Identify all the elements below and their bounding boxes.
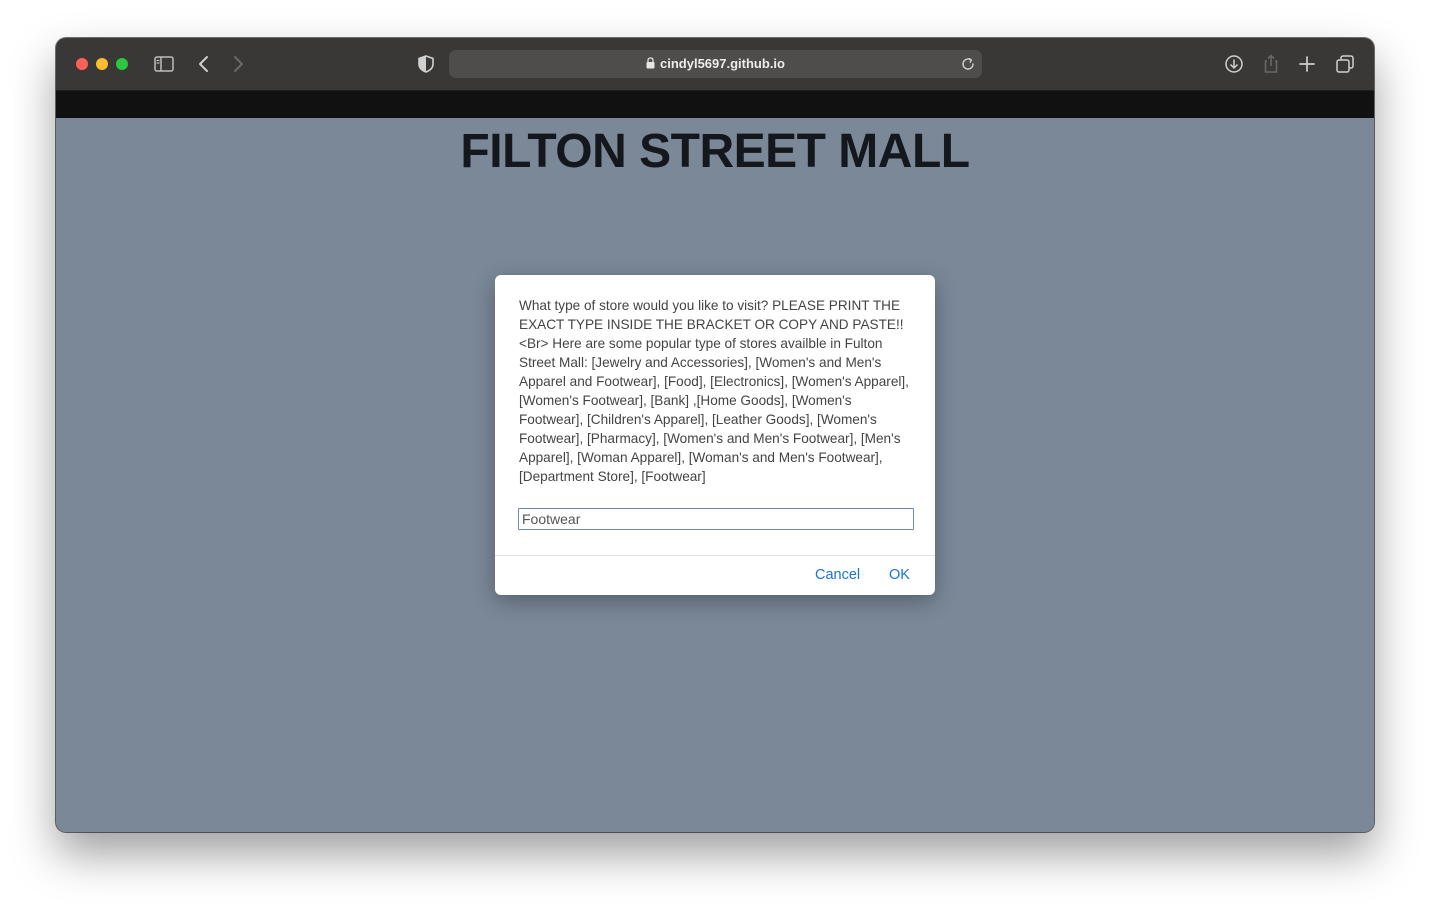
forward-icon[interactable] (226, 52, 250, 76)
ok-button[interactable]: OK (889, 565, 910, 585)
lock-icon (646, 51, 655, 79)
tab-overview-icon[interactable] (1333, 52, 1357, 76)
privacy-shield-icon[interactable] (414, 52, 438, 76)
url-text: cindyl5697.github.io (660, 56, 785, 71)
sidebar-icon[interactable] (152, 52, 176, 76)
dialog-divider (495, 555, 935, 556)
new-tab-icon[interactable] (1295, 52, 1319, 76)
minimize-window-button[interactable] (96, 58, 108, 70)
address-bar[interactable]: cindyl5697.github.io (449, 50, 982, 78)
prompt-dialog: What type of store would you like to vis… (495, 275, 935, 595)
page-top-bar (56, 91, 1374, 118)
page-content: FILTON STREET MALL What type of store wo… (56, 118, 1374, 832)
browser-toolbar: cindyl5697.github.io (56, 38, 1374, 91)
close-window-button[interactable] (76, 58, 88, 70)
download-icon[interactable] (1222, 52, 1246, 76)
dialog-message: What type of store would you like to vis… (519, 298, 909, 484)
maximize-window-button[interactable] (116, 58, 128, 70)
browser-window: cindyl5697.github.io FILTON STREET MALL … (56, 38, 1374, 832)
back-icon[interactable] (192, 52, 216, 76)
cancel-button[interactable]: Cancel (815, 565, 860, 585)
share-icon[interactable] (1259, 52, 1283, 76)
dialog-text-input[interactable] (518, 508, 914, 530)
reload-icon[interactable] (960, 56, 976, 72)
page-title: FILTON STREET MALL (460, 125, 970, 178)
